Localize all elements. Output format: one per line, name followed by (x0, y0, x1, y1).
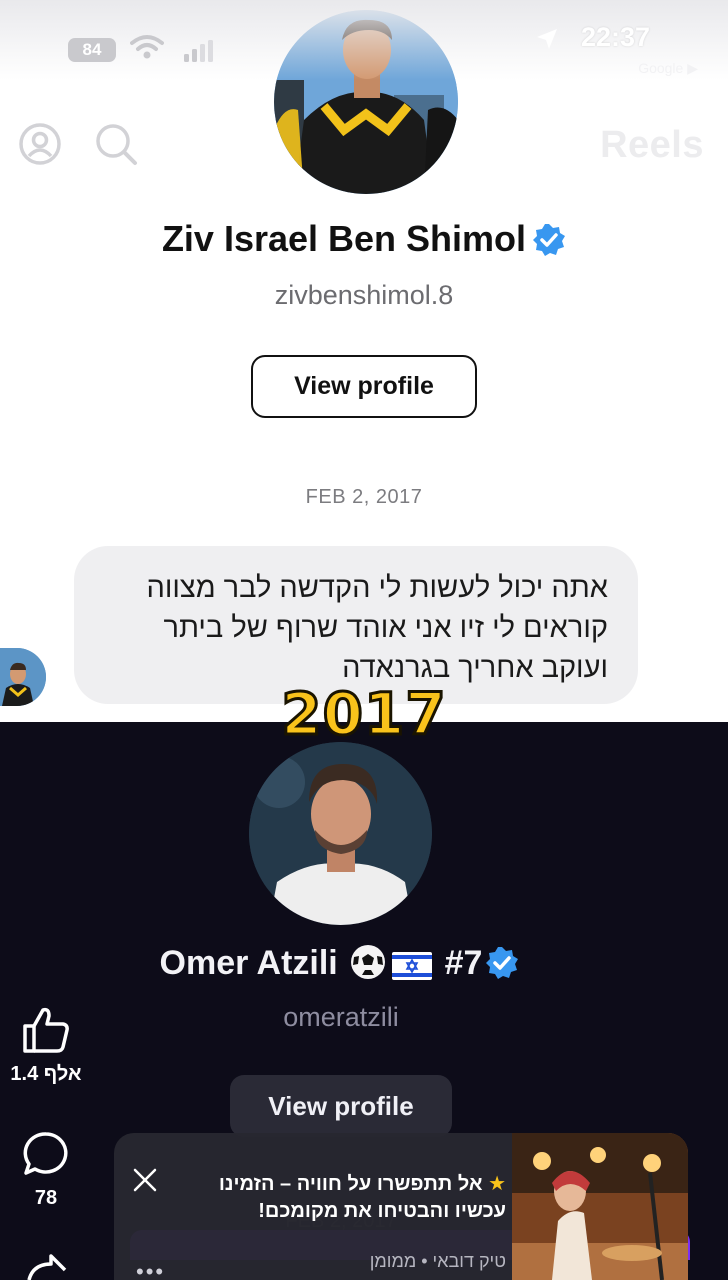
message-date: FEB 2, 2017 (305, 486, 423, 508)
profile-handle: zivbenshimol.8 (274, 280, 454, 310)
ad-message: אל תתפשרו על חוויה – הזמינו עכשיו והבטיח… (218, 1173, 506, 1222)
profile-name-text: Ziv Israel Ben Shimol (161, 218, 527, 259)
sponsored-ad-card[interactable]: ★ אל תתפשרו על חוויה – הזמינו עכשיו והבט… (114, 1133, 688, 1280)
ad-sponsored-label: ממומן (369, 1251, 417, 1271)
status-bar: 84 22:37 Google ▶ (0, 0, 728, 80)
comment-icon (23, 1132, 68, 1175)
profile-name: Omer Atzili #7 (0, 944, 682, 983)
search-icon[interactable] (94, 122, 138, 166)
profile-avatar[interactable] (249, 742, 432, 925)
sparkle-icon: ★ (488, 1173, 506, 1195)
message-line: קוראים לי זיו אני אוהד שרוף של ביתר (163, 612, 608, 644)
verified-badge-icon (486, 947, 519, 979)
thumbs-up-icon (23, 1007, 69, 1053)
meta-separator: • (421, 1251, 428, 1271)
message-line: אתה יכול לעשות לי הקדשה לבר מצווה (146, 572, 608, 604)
year-label: 2017 (280, 679, 447, 750)
ad-meta: טיק דובאי • ממומן (370, 1251, 506, 1272)
ad-text: ★ אל תתפשרו על חוויה – הזמינו עכשיו והבט… (206, 1171, 506, 1225)
battery-indicator: 84 (68, 38, 116, 62)
view-profile-button[interactable]: View profile (251, 355, 477, 418)
wifi-icon (130, 35, 164, 59)
cellular-signal-icon (184, 40, 213, 62)
google-overlay-label: Google ▶ (638, 60, 698, 76)
more-options-button[interactable]: ••• (136, 1259, 165, 1280)
close-icon[interactable] (132, 1167, 158, 1193)
israel-flag-icon (392, 952, 433, 980)
jersey-number: #7 (444, 944, 483, 982)
comment-count: 78 (34, 1187, 58, 1209)
verified-badge-icon (533, 224, 566, 256)
account-icon[interactable] (18, 122, 62, 166)
view-profile-button[interactable]: View profile (230, 1075, 452, 1137)
soccer-ball-icon (351, 945, 386, 979)
ad-source[interactable]: טיק דובאי (433, 1251, 506, 1271)
like-button[interactable]: 1.4 אלף (0, 1006, 92, 1086)
first-profile-screenshot: 84 22:37 Google ▶ Reels Ziv Israel Ben S… (0, 0, 728, 722)
ad-thumbnail[interactable] (512, 1133, 688, 1280)
share-button[interactable] (0, 1254, 92, 1280)
profile-name-text: Omer Atzili (159, 944, 338, 982)
reels-tab[interactable]: Reels (600, 124, 704, 167)
comment-button[interactable]: 78 (0, 1130, 92, 1210)
like-count: 1.4 אלף (10, 1063, 82, 1085)
share-icon (27, 1254, 67, 1280)
status-time: 22:37 (580, 22, 650, 52)
profile-name: Ziv Israel Ben Shimol (0, 218, 728, 260)
profile-handle: omeratzili (283, 1002, 399, 1032)
location-arrow-icon (537, 29, 557, 49)
